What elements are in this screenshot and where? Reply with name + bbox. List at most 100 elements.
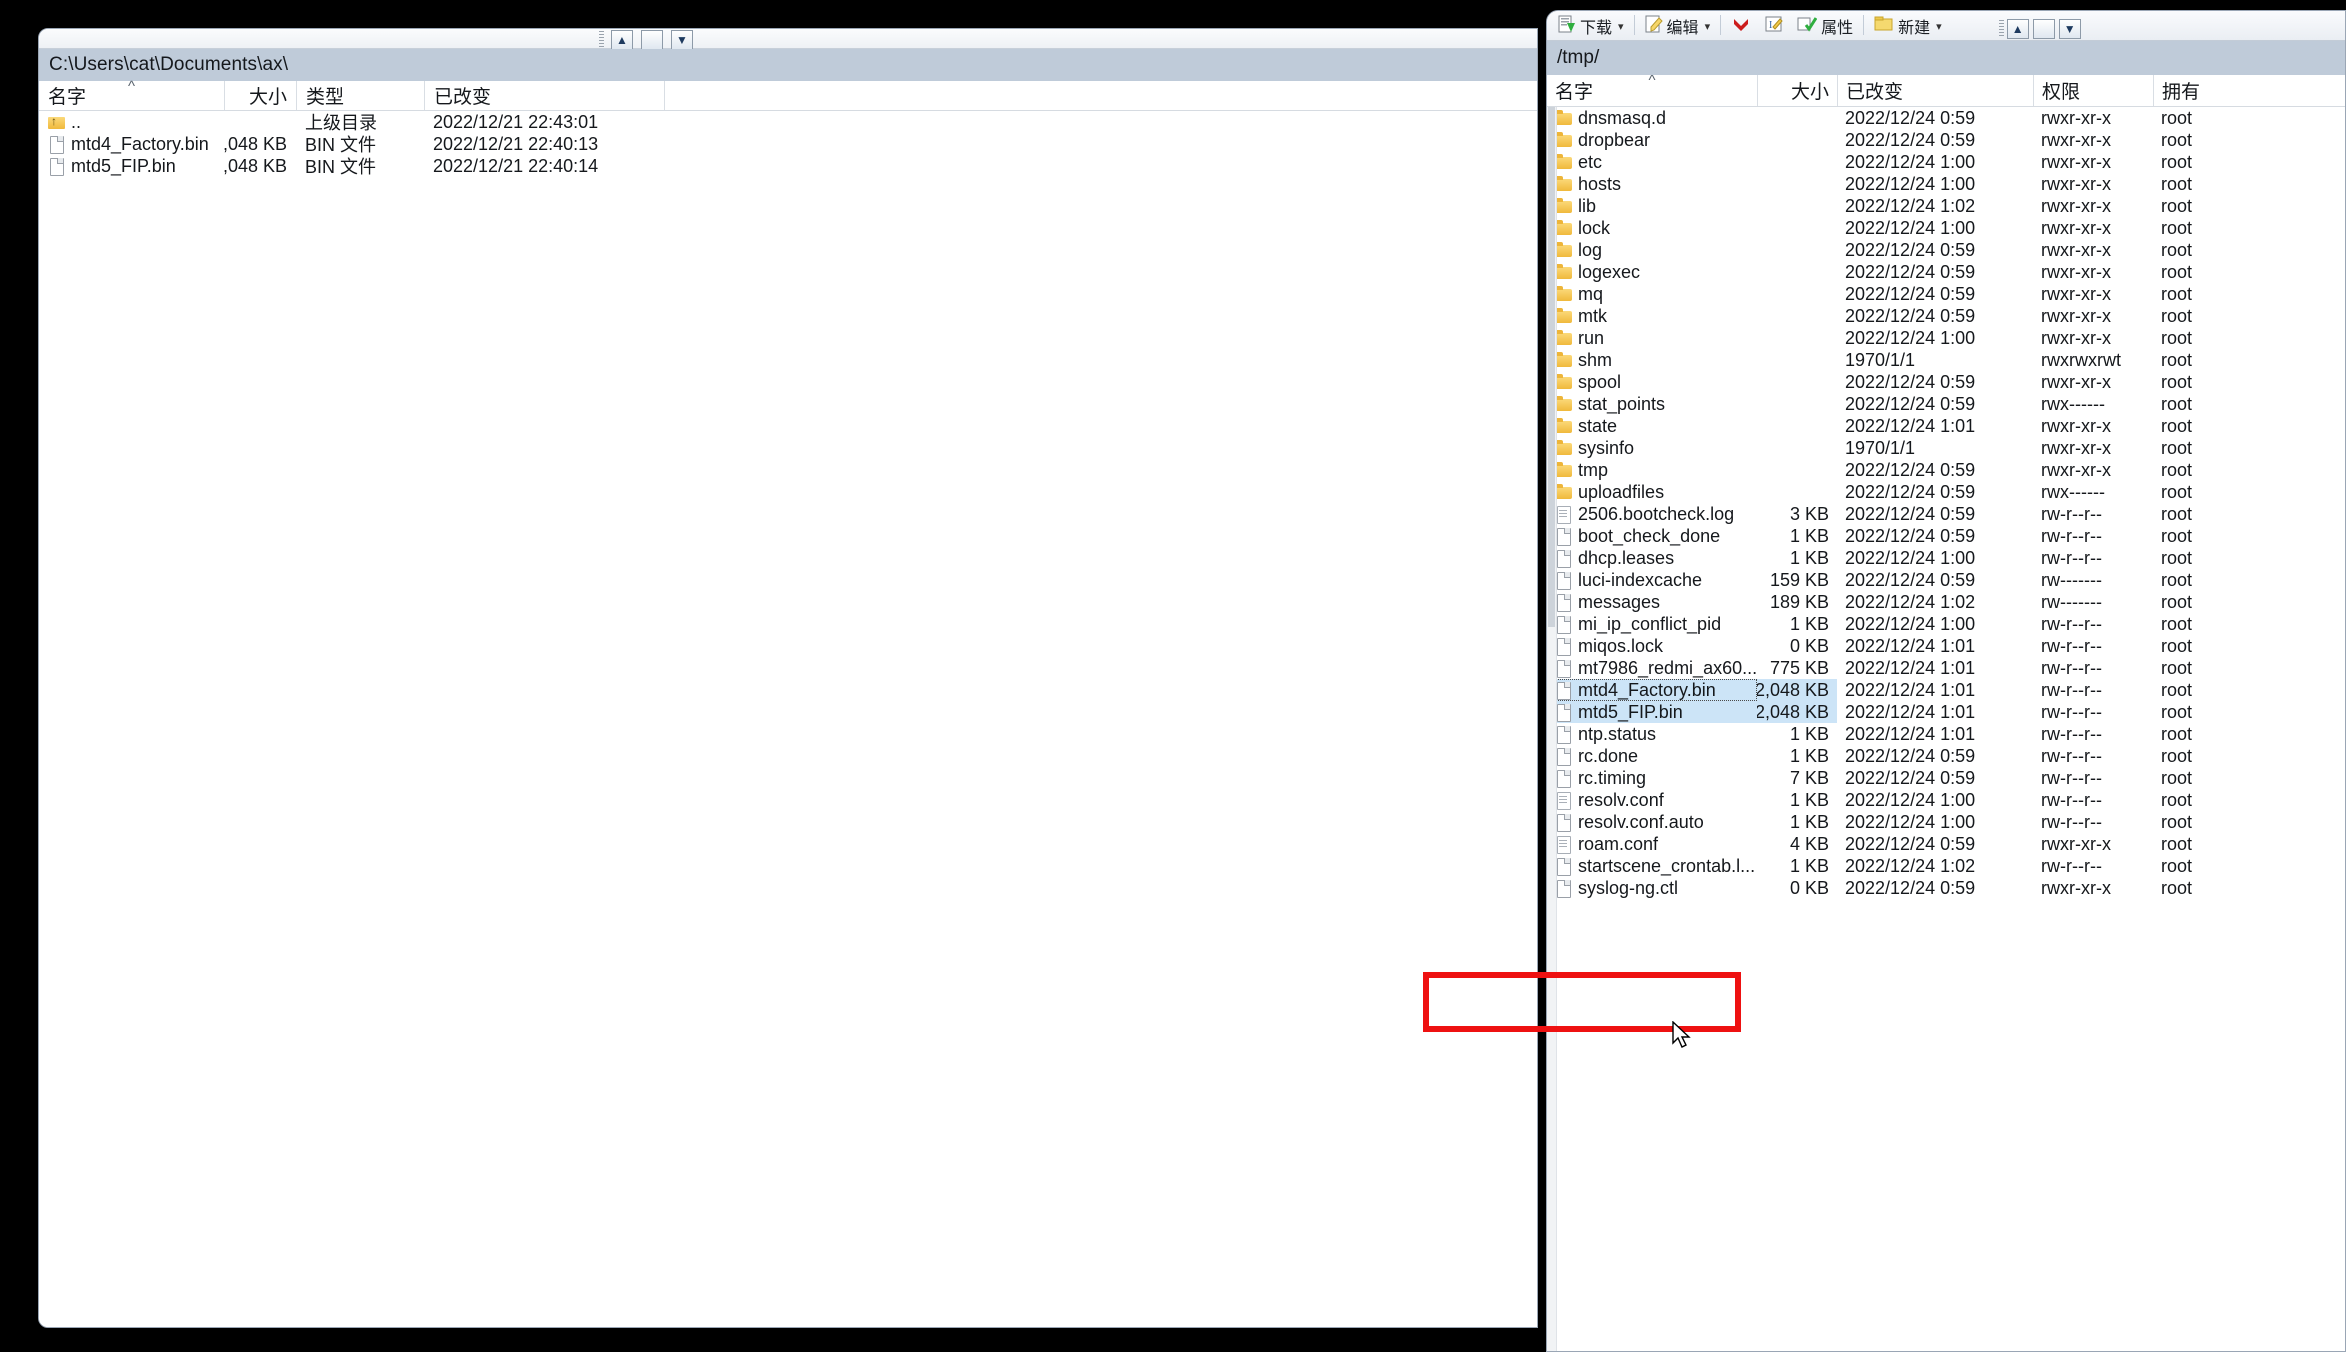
table-row[interactable]: lock 2022/12/24 1:00 rwxr-xr-x root — [1547, 217, 2345, 239]
remote-col-name[interactable]: 名字 ^ — [1547, 75, 1757, 106]
table-row[interactable]: miqos.lock 0 KB 2022/12/24 1:01 rw-r--r-- ro… — [1547, 635, 2345, 657]
table-row[interactable]: run 2022/12/24 1:00 rwxr-xr-x root — [1547, 327, 2345, 349]
table-row[interactable]: sysinfo 1970/1/1 rwxr-xr-x root — [1547, 437, 2345, 459]
table-row[interactable]: uploadfiles 2022/12/24 0:59 rwx------ root — [1547, 481, 2345, 503]
properties-button[interactable]: 属性 — [1792, 13, 1858, 39]
remote-cell-permissions: rw-r--r-- — [2041, 679, 2102, 700]
remote-file-list[interactable]: dnsmasq.d 2022/12/24 0:59 rwxr-xr-x root dro… — [1547, 107, 2345, 1351]
table-row[interactable]: resolv.conf.auto 1 KB 2022/12/24 1:00 rw-r-… — [1547, 811, 2345, 833]
table-row[interactable]: etc 2022/12/24 1:00 rwxr-xr-x root — [1547, 151, 2345, 173]
remote-cell-size — [1757, 349, 1837, 371]
file-icon — [1555, 858, 1572, 876]
table-row[interactable]: shm 1970/1/1 rwxrwxrwt root — [1547, 349, 2345, 371]
remote-file-name: startscene_crontab.l... — [1578, 855, 1756, 876]
remote-cell-owner: root — [2161, 415, 2193, 436]
remote-col-owner[interactable]: 拥有 — [2153, 75, 2345, 106]
blank-icon[interactable] — [2032, 19, 2055, 39]
remote-col-modified[interactable]: 已改变 — [1837, 75, 2033, 106]
table-row[interactable]: mt7986_redmi_ax60... 775 KB 2022/12/24 1:0… — [1547, 657, 2345, 679]
table-row[interactable]: mtd4_Factory.bin 2,048 KB 2022/12/24 1:01 r… — [1547, 679, 2345, 701]
edit-button[interactable]: 编辑 ▾ — [1640, 13, 1716, 39]
table-row[interactable]: dhcp.leases 1 KB 2022/12/24 1:00 rw-r--r-- r… — [1547, 547, 2345, 569]
rename-button[interactable]: I — [1760, 13, 1792, 39]
file-icon — [1555, 594, 1572, 612]
table-row[interactable]: mtd5_FIP.bin 2,048 KB 2022/12/24 1:01 rw-r-… — [1547, 701, 2345, 723]
table-row[interactable]: mi_ip_conflict_pid 1 KB 2022/12/24 1:00 rw-… — [1547, 613, 2345, 635]
table-row[interactable]: resolv.conf 1 KB 2022/12/24 1:00 rw-r--r-- r… — [1547, 789, 2345, 811]
table-row[interactable]: startscene_crontab.l... 1 KB 2022/12/24 1:… — [1547, 855, 2345, 877]
remote-col-permissions[interactable]: 权限 — [2033, 75, 2153, 106]
local-col-name[interactable]: 名字 ^ — [39, 78, 224, 110]
local-path-bar[interactable]: C:\Users\cat\Documents\ax\ — [39, 49, 1537, 81]
table-row[interactable]: logexec 2022/12/24 0:59 rwxr-xr-x root — [1547, 261, 2345, 283]
table-row[interactable]: tmp 2022/12/24 0:59 rwxr-xr-x root — [1547, 459, 2345, 481]
scrollbar-thumb[interactable] — [1548, 107, 1555, 627]
new-button[interactable]: 新建 ▾ — [1869, 13, 1947, 39]
table-row[interactable]: 2506.bootcheck.log 3 KB 2022/12/24 0:59 rw-… — [1547, 503, 2345, 525]
remote-col-size[interactable]: 大小 — [1757, 75, 1837, 106]
download-arrow-icon[interactable]: ▼ — [2058, 19, 2081, 39]
table-row[interactable]: mtk 2022/12/24 0:59 rwxr-xr-x root — [1547, 305, 2345, 327]
local-col-type[interactable]: 类型 — [296, 81, 424, 110]
download-button[interactable]: 下载 ▾ — [1553, 13, 1629, 39]
remote-cell-name: syslog-ng.ctl — [1547, 877, 1757, 899]
table-row[interactable]: boot_check_done 1 KB 2022/12/24 0:59 rw-r--… — [1547, 525, 2345, 547]
table-row[interactable]: spool 2022/12/24 0:59 rwxr-xr-x root — [1547, 371, 2345, 393]
local-file-name: mtd4_Factory.bin — [71, 133, 209, 154]
table-row[interactable]: state 2022/12/24 1:01 rwxr-xr-x root — [1547, 415, 2345, 437]
blank-icon[interactable] — [641, 30, 663, 50]
upload-icon[interactable]: ▲ — [611, 30, 633, 50]
remote-cell-size — [1757, 481, 1837, 503]
delete-button[interactable] — [1726, 13, 1760, 39]
table-row[interactable]: hosts 2022/12/24 1:00 rwxr-xr-x root — [1547, 173, 2345, 195]
remote-path-bar[interactable]: /tmp/ — [1547, 41, 2345, 75]
remote-cell-owner: root — [2161, 811, 2193, 832]
table-row[interactable]: log 2022/12/24 0:59 rwxr-xr-x root — [1547, 239, 2345, 261]
remote-cell-name: startscene_crontab.l... — [1547, 855, 1757, 877]
table-row[interactable]: roam.conf 4 KB 2022/12/24 0:59 rwxr-xr-x roo… — [1547, 833, 2345, 855]
download-arrow-icon[interactable]: ▼ — [671, 30, 693, 50]
table-row[interactable]: ntp.status 1 KB 2022/12/24 1:01 rw-r--r-- ro… — [1547, 723, 2345, 745]
table-row[interactable]: rc.timing 7 KB 2022/12/24 0:59 rw-r--r-- roo… — [1547, 767, 2345, 789]
chevron-down-icon[interactable]: ▾ — [1705, 20, 1711, 33]
chevron-down-icon[interactable]: ▾ — [1936, 20, 1942, 33]
local-col-name-label: 名字 — [48, 87, 87, 108]
remote-file-name: stat_points — [1578, 393, 1666, 414]
remote-cell-permissions: rwxr-xr-x — [2041, 151, 2111, 172]
local-col-modified[interactable]: 已改变 — [424, 81, 664, 110]
table-row[interactable]: stat_points 2022/12/24 0:59 rwx------ root — [1547, 393, 2345, 415]
remote-cell-size: 1 KB — [1789, 525, 1829, 546]
remote-file-name: boot_check_done — [1578, 525, 1721, 546]
remote-cell-size: 1 KB — [1789, 811, 1829, 832]
remote-cell-size — [1757, 107, 1837, 129]
local-cell-name: mtd5_FIP.bin — [39, 155, 224, 177]
table-row[interactable]: rc.done 1 KB 2022/12/24 0:59 rw-r--r-- root — [1547, 745, 2345, 767]
remote-file-name: dropbear — [1578, 129, 1651, 150]
local-col-type-label: 类型 — [306, 87, 345, 108]
table-row[interactable]: dropbear 2022/12/24 0:59 rwxr-xr-x root — [1547, 129, 2345, 151]
remote-cell-owner: root — [2161, 525, 2193, 546]
local-col-size[interactable]: 大小 — [224, 81, 296, 110]
remote-toolbar[interactable]: 下载 ▾ 编辑 ▾ I 属性 新建 ▾ ▲ ▼ — [1547, 11, 2345, 41]
local-transfer-buttons[interactable]: ▲ ▼ — [599, 30, 697, 50]
local-file-list[interactable]: ..上级目录2022/12/21 22:43:01mtd4_Factory.bi… — [39, 111, 1537, 1327]
table-row[interactable]: dnsmasq.d 2022/12/24 0:59 rwxr-xr-x root — [1547, 107, 2345, 129]
remote-cell-name: rc.done — [1547, 745, 1757, 767]
table-row[interactable]: mtd5_FIP.bin 2,048 KB BIN 文件 2022/12/21 22:… — [39, 155, 1537, 177]
table-row[interactable]: syslog-ng.ctl 0 KB 2022/12/24 0:59 rwxr-xr-… — [1547, 877, 2345, 899]
remote-cell-modified: 2022/12/24 0:59 — [1845, 877, 1976, 898]
table-row[interactable]: mq 2022/12/24 0:59 rwxr-xr-x root — [1547, 283, 2345, 305]
upload-icon[interactable]: ▲ — [2006, 19, 2029, 39]
remote-file-name: syslog-ng.ctl — [1578, 877, 1679, 898]
remote-cell-owner: root — [2161, 437, 2193, 458]
chevron-down-icon[interactable]: ▾ — [1618, 20, 1624, 33]
table-row[interactable]: messages 189 KB 2022/12/24 1:02 rw------- ro… — [1547, 591, 2345, 613]
table-row[interactable]: .. 上级目录 2022/12/21 22:43:01 — [39, 111, 1537, 133]
table-row[interactable]: mtd4_Factory.bin 2,048 KB BIN 文件 2022/12/21… — [39, 133, 1537, 155]
remote-cell-name: mi_ip_conflict_pid — [1547, 613, 1757, 635]
table-row[interactable]: lib 2022/12/24 1:02 rwxr-xr-x root — [1547, 195, 2345, 217]
table-row[interactable]: luci-indexcache 159 KB 2022/12/24 0:59 rw--… — [1547, 569, 2345, 591]
sort-ascending-icon: ^ — [127, 78, 136, 95]
remote-list-scrollbar[interactable] — [1547, 107, 1557, 1351]
remote-transfer-buttons[interactable]: ▲ ▼ — [1998, 19, 2085, 39]
